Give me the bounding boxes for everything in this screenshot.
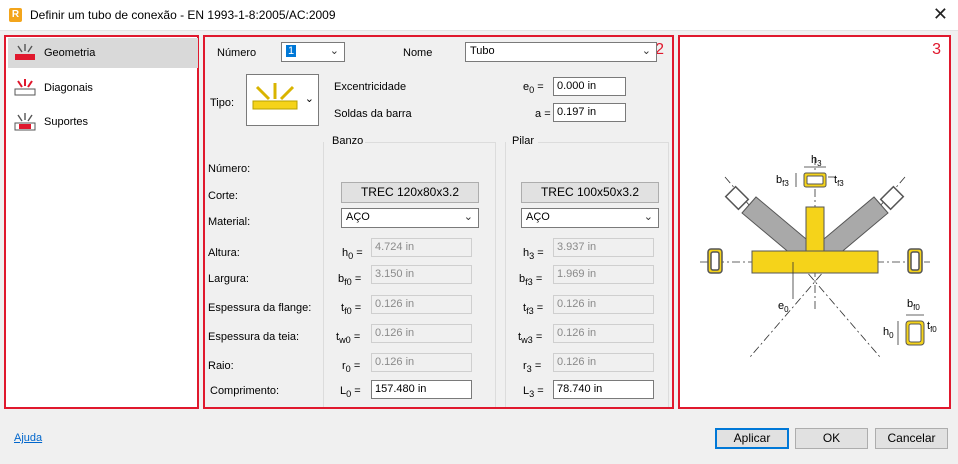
chord-beam	[751, 250, 879, 274]
nav-item-geometria[interactable]: Geometria	[8, 38, 198, 68]
r0-symbol: r0 =	[342, 360, 361, 375]
numero-label: Número	[217, 47, 257, 59]
numero-row-label: Número:	[208, 163, 251, 175]
ok-button[interactable]: OK	[795, 428, 868, 449]
bf3-dim-label: bf3	[776, 174, 789, 188]
app-logo-icon: R	[9, 8, 22, 22]
bf3-symbol: bf3 =	[519, 273, 543, 288]
tf3-dim-label: tf3	[834, 174, 844, 188]
L3-input[interactable]: 78.740 in	[553, 380, 654, 399]
esp-teia-row-label: Espessura da teia:	[208, 331, 300, 343]
bf0-dim-label: bf0	[907, 298, 920, 312]
nome-value: Tubo	[470, 45, 495, 57]
chevron-down-icon: ⌄	[463, 211, 473, 223]
chevron-down-icon: ⌄	[304, 93, 314, 105]
bf3-input: 1.969 in	[553, 265, 654, 284]
tw0-input: 0.126 in	[371, 324, 472, 343]
bf0-symbol: bf0 =	[338, 273, 362, 288]
vertical-brace	[805, 206, 825, 256]
a-symbol: a =	[535, 108, 551, 120]
L0-input[interactable]: 157.480 in	[371, 380, 472, 399]
tipo-label: Tipo:	[210, 97, 235, 109]
h0-symbol: h0 =	[342, 247, 363, 262]
esp-flange-row-label: Espessura da flange:	[208, 302, 312, 314]
form-panel: 2 Número 1 ⌄ Nome Tubo ⌄ Tipo: ⌄ Excentr…	[203, 35, 674, 409]
cancel-button[interactable]: Cancelar	[875, 428, 948, 449]
supports-icon	[14, 113, 36, 131]
close-icon[interactable]: ✕	[933, 4, 948, 25]
nav-item-suportes[interactable]: Suportes	[8, 107, 198, 137]
nav-item-label: Geometria	[44, 47, 96, 59]
soldas-label: Soldas da barra	[334, 108, 412, 120]
altura-row-label: Altura:	[208, 247, 240, 259]
tw0-symbol: tw0 =	[336, 331, 361, 346]
e0-dim-label: e0	[778, 300, 789, 314]
numero-value: 1	[286, 45, 297, 57]
h3-symbol: h3 =	[523, 247, 544, 262]
r0-input: 0.126 in	[371, 353, 472, 372]
banzo-section-button[interactable]: TREC 120x80x3.2	[341, 182, 479, 203]
h3-input: 3.937 in	[553, 238, 654, 257]
corte-row-label: Corte:	[208, 190, 238, 202]
e0-symbol: e0 =	[523, 81, 544, 96]
pilar-material-value: AÇO	[526, 211, 550, 223]
tf0-input: 0.126 in	[371, 295, 472, 314]
banzo-material-select[interactable]: AÇO ⌄	[341, 208, 479, 228]
nome-label: Nome	[403, 47, 433, 59]
nome-select[interactable]: Tubo ⌄	[465, 42, 657, 62]
e0-input[interactable]: 0.000 in	[553, 77, 626, 96]
nav-item-diagonais[interactable]: Diagonais	[8, 73, 198, 103]
banzo-group-title: Banzo	[332, 135, 364, 147]
connection-type-icon	[252, 83, 298, 110]
tf3-symbol: tf3 =	[523, 302, 544, 317]
nav-panel: 1 Geometria Diagonais Suportes	[4, 35, 199, 409]
h0-dim-label: h0	[883, 326, 894, 340]
raio-row-label: Raio:	[208, 360, 234, 372]
banzo-group-left	[323, 142, 324, 407]
chevron-down-icon: ⌄	[641, 45, 651, 57]
help-link[interactable]: Ajuda	[14, 432, 42, 444]
pilar-group-border	[538, 142, 668, 143]
h3-dim-label: h3	[811, 154, 822, 168]
apply-button[interactable]: Aplicar	[715, 428, 789, 449]
diagonals-icon	[14, 79, 36, 96]
tipo-select[interactable]: ⌄	[246, 74, 319, 126]
excentricidade-label: Excentricidade	[334, 81, 407, 93]
nav-item-label: Suportes	[44, 116, 89, 128]
material-row-label: Material:	[208, 216, 251, 228]
r3-symbol: r3 =	[523, 360, 542, 375]
window-title: Definir um tubo de conexão - EN 1993-1-8…	[30, 8, 336, 22]
L3-symbol: L3 =	[523, 385, 544, 400]
h0-input: 4.724 in	[371, 238, 472, 257]
chevron-down-icon: ⌄	[643, 211, 653, 223]
comprimento-row-label: Comprimento:	[210, 385, 280, 397]
connection-diagram: h3 bf3 tf3 e0 bf0 h0 tf0	[700, 154, 937, 358]
chevron-down-icon: ⌄	[329, 45, 339, 57]
banzo-material-value: AÇO	[346, 211, 370, 223]
pilar-section-button[interactable]: TREC 100x50x3.2	[521, 182, 659, 203]
tf0-symbol: tf0 =	[341, 302, 362, 317]
geometry-icon	[15, 44, 35, 60]
L0-symbol: L0 =	[340, 385, 361, 400]
tw3-input: 0.126 in	[553, 324, 654, 343]
r3-input: 0.126 in	[553, 353, 654, 372]
a-input[interactable]: 0.197 in	[553, 103, 626, 122]
pilar-group-right	[668, 142, 669, 407]
diagram-panel: 3 h3 bf3 tf3 e0 bf0 h0 tf0	[678, 35, 951, 409]
pilar-group-left	[505, 142, 506, 407]
largura-row-label: Largura:	[208, 273, 249, 285]
tw3-symbol: tw3 =	[518, 331, 543, 346]
numero-select[interactable]: 1 ⌄	[281, 42, 345, 62]
title-bar: R Definir um tubo de conexão - EN 1993-1…	[0, 0, 958, 31]
bf0-input: 3.150 in	[371, 265, 472, 284]
nav-item-label: Diagonais	[44, 82, 93, 94]
tf3-input: 0.126 in	[553, 295, 654, 314]
tf0-dim-label: tf0	[927, 320, 937, 334]
banzo-group-right	[495, 142, 496, 407]
banzo-group-border	[365, 142, 495, 143]
pilar-material-select[interactable]: AÇO ⌄	[521, 208, 659, 228]
pilar-group-title: Pilar	[512, 135, 535, 147]
